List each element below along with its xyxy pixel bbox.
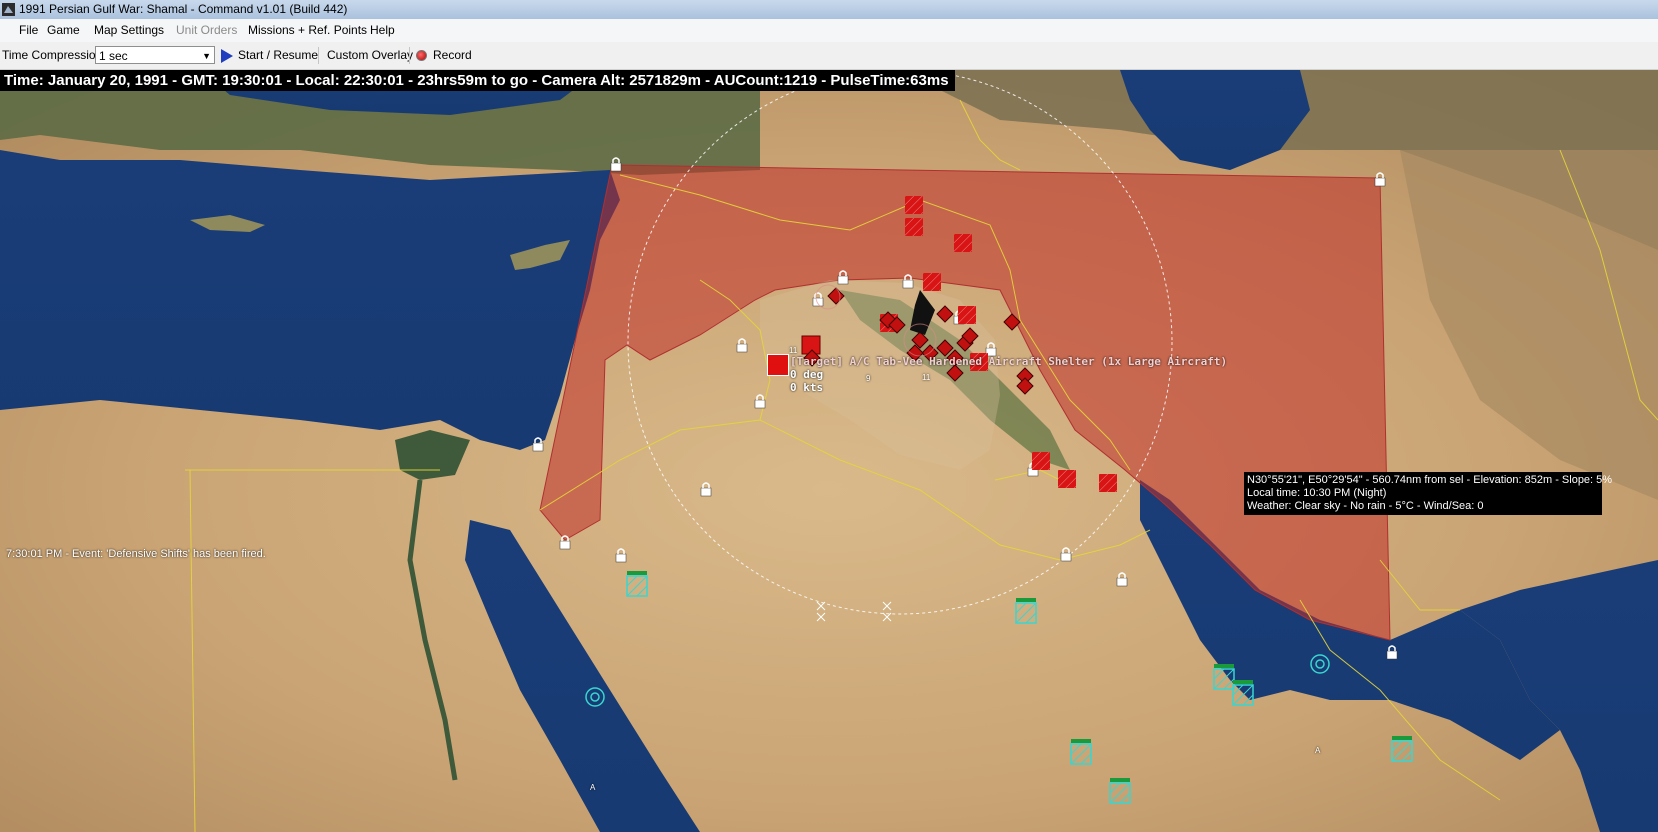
time-compression-label: Time Compression: <box>2 48 106 62</box>
cursor-local-time: Local time: 10:30 PM (Night) <box>1247 487 1387 499</box>
time-compression-select[interactable]: 1 sec ▼ <box>95 46 215 64</box>
menu-help[interactable]: Help <box>366 19 399 42</box>
selected-unit-heading: 0 deg <box>790 368 824 381</box>
menu-file[interactable]: File <box>15 19 42 42</box>
custom-overlay-button[interactable]: Custom Overlay <box>327 42 413 69</box>
carrier-label: A <box>1315 746 1321 755</box>
selected-unit-speed: 0 kts <box>790 381 824 394</box>
selected-unit-name: [Target] A/C Tab-Vee Hardened Aircraft S… <box>790 355 1228 368</box>
menu-unit-orders[interactable]: Unit Orders <box>172 19 241 42</box>
cursor-coordinates: N30°55'21", E50°29'54" - 560.74nm from s… <box>1247 474 1613 486</box>
menu-map-settings[interactable]: Map Settings <box>90 19 168 42</box>
menu-game[interactable]: Game <box>43 19 84 42</box>
toolbar: Time Compression: 1 sec ▼ Start / Resume… <box>0 42 1658 70</box>
time-compression-value: 1 sec <box>99 49 128 63</box>
menu-bar: File Game Map Settings Unit Orders Missi… <box>0 19 1658 42</box>
carrier-label: A <box>590 783 596 792</box>
toolbar-separator <box>318 47 319 64</box>
selected-unit-marker[interactable] <box>767 354 789 376</box>
play-icon[interactable] <box>221 49 233 63</box>
simulation-status-bar: Time: January 20, 1991 - GMT: 19:30:01 -… <box>0 70 955 91</box>
cursor-info-tooltip: N30°55'21", E50°29'54" - 560.74nm from s… <box>1244 472 1613 515</box>
event-log-message: 7:30:01 PM - Event: 'Defensive Shifts' h… <box>6 548 266 560</box>
toolbar-separator <box>409 47 410 64</box>
tactical-map[interactable]: A A 9 11 <box>0 70 1658 832</box>
selected-unit-label[interactable]: [Target] A/C Tab-Vee Hardened Aircraft S… <box>790 355 1227 394</box>
start-resume-button[interactable]: Start / Resume <box>238 42 318 69</box>
cursor-weather: Weather: Clear sky - No rain - 5°C - Win… <box>1247 500 1484 512</box>
window-title: 1991 Persian Gulf War: Shamal - Command … <box>19 2 348 16</box>
menu-missions-ref-points[interactable]: Missions + Ref. Points <box>244 19 371 42</box>
chevron-down-icon: ▼ <box>202 51 211 61</box>
window-title-bar: 1991 Persian Gulf War: Shamal - Command … <box>0 0 1658 19</box>
record-button[interactable]: Record <box>433 42 472 69</box>
map-canvas[interactable] <box>0 70 1658 832</box>
record-icon[interactable] <box>416 50 427 61</box>
app-icon <box>2 3 15 16</box>
selected-unit-count: 11 <box>789 346 798 355</box>
